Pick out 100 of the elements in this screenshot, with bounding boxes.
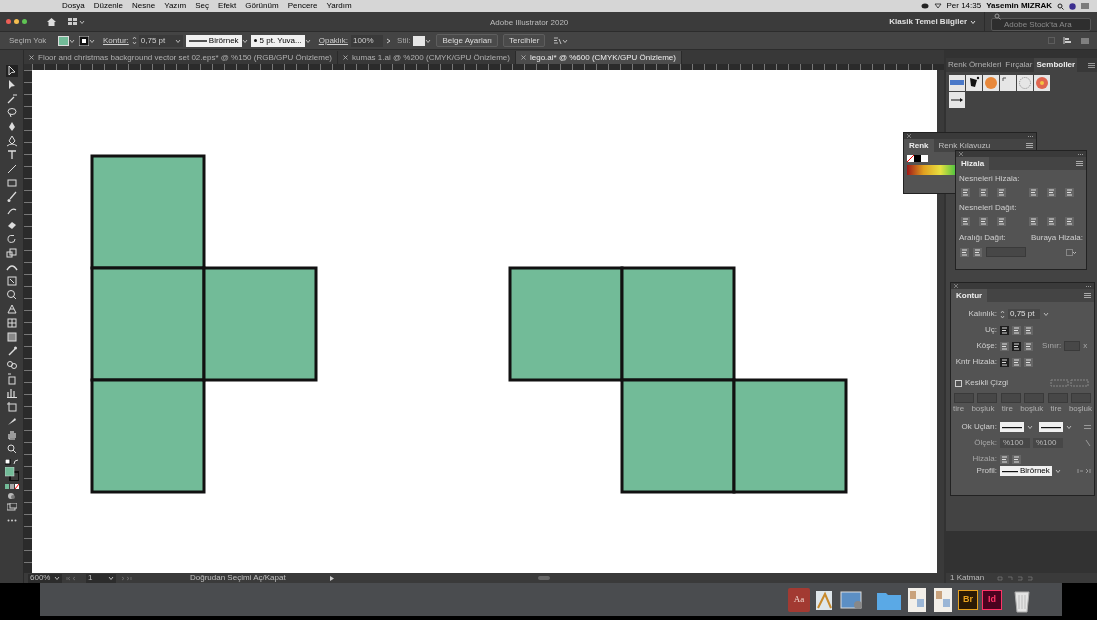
caret-icon[interactable] [174, 37, 181, 44]
menu-item[interactable]: Görünüm [245, 0, 279, 12]
screen-mode-icon[interactable] [6, 503, 17, 511]
dash-field[interactable] [977, 393, 998, 403]
caret-icon[interactable] [89, 37, 95, 44]
brush-dropdown[interactable]: 5 pt. Yuva... [250, 34, 305, 47]
close-icon[interactable] [959, 152, 963, 156]
lasso-icon[interactable] [5, 107, 18, 119]
caret-icon[interactable] [970, 18, 976, 25]
swap-colors-icon[interactable] [4, 459, 19, 465]
page-field[interactable]: 1 [86, 573, 116, 583]
align-to-icon[interactable] [1066, 248, 1076, 256]
panel-tab[interactable]: Hizala [956, 157, 990, 170]
checkbox[interactable] [955, 379, 962, 387]
mesh-icon[interactable] [5, 317, 18, 329]
caret-icon[interactable] [108, 575, 114, 581]
close-icon[interactable] [521, 55, 526, 60]
color-mode-icon[interactable] [4, 484, 19, 489]
panel-tab[interactable]: Renk Örnekleri [946, 58, 1004, 72]
collapse-icon[interactable] [1028, 134, 1033, 138]
flip-icon[interactable] [1077, 468, 1091, 474]
fill-stroke-mini-swatches[interactable] [907, 155, 929, 162]
play-icon[interactable] [329, 575, 334, 581]
dash-field[interactable] [1000, 393, 1021, 403]
siri-icon[interactable] [1069, 2, 1076, 10]
blend-icon[interactable] [5, 359, 18, 371]
limit-field[interactable] [1064, 341, 1081, 351]
magic-wand-icon[interactable] [5, 93, 18, 105]
dash-field[interactable] [1070, 393, 1091, 403]
collapse-icon[interactable] [1078, 152, 1083, 156]
menu-item[interactable]: Seç [195, 0, 210, 12]
color-spectrum[interactable] [907, 165, 957, 175]
menu-icon[interactable] [1026, 143, 1033, 148]
draw-mode-icon[interactable] [6, 492, 17, 500]
caret-icon[interactable] [1054, 468, 1061, 474]
symbol-sprayer-icon[interactable] [5, 373, 18, 385]
stroke-swatch[interactable] [79, 35, 89, 46]
menu-item[interactable]: Efekt [218, 0, 237, 12]
indesign-app-icon[interactable]: Id [982, 589, 1002, 610]
panel-tab[interactable]: Renk Kılavuzu [933, 139, 996, 152]
caret-icon[interactable] [79, 18, 85, 25]
hand-icon[interactable] [5, 429, 18, 441]
close-icon[interactable] [907, 134, 911, 138]
spacing-field[interactable] [986, 247, 1026, 257]
menu-item[interactable]: Dosya [62, 0, 85, 12]
fill-stroke-swatch[interactable] [4, 467, 19, 481]
artboard-icon[interactable] [5, 401, 18, 413]
panel-tab[interactable]: Renk [904, 139, 934, 152]
search-icon[interactable] [1057, 2, 1064, 10]
menu-item[interactable]: Pencere [287, 0, 318, 12]
menu-icon[interactable] [1076, 161, 1083, 166]
type-icon[interactable] [5, 149, 18, 161]
menu-item[interactable]: Yardım [326, 0, 352, 12]
selection-arrow-icon[interactable] [5, 65, 18, 77]
dotted-circle-symbol[interactable] [1017, 75, 1033, 91]
bridge-app-icon[interactable]: Br [958, 589, 978, 610]
caret-icon[interactable] [1043, 311, 1049, 317]
zoom-icon[interactable] [5, 443, 18, 455]
menu-item[interactable]: Düzenle [93, 0, 124, 12]
user-name[interactable]: Yasemin MIZRAK [986, 0, 1052, 12]
stroke-label[interactable]: Kontur: [103, 34, 129, 47]
panel-tab[interactable]: Fırçalar [1003, 58, 1035, 72]
free-transform-icon[interactable] [5, 275, 18, 287]
stepper-icon[interactable] [131, 36, 137, 45]
menu-item[interactable]: Yazım [164, 0, 187, 12]
caret-icon[interactable] [304, 37, 311, 44]
scale-icon[interactable] [5, 247, 18, 259]
panel-tab[interactable]: Semboller [1034, 58, 1078, 72]
menu-icon[interactable] [1084, 293, 1091, 298]
stroke-weight-field[interactable]: 0,75 pt [138, 34, 183, 47]
opacity-field[interactable]: 100% [351, 34, 384, 47]
profile-dropdown[interactable]: Birörnek [1000, 466, 1052, 476]
close-icon[interactable] [6, 19, 11, 24]
curvature-pen-icon[interactable] [5, 135, 18, 147]
dictionary-app-icon[interactable]: Aa [788, 587, 810, 612]
toolbar-button[interactable]: Tercihler [503, 34, 546, 47]
flower-symbol[interactable] [1034, 75, 1050, 91]
caret-icon[interactable] [1027, 424, 1033, 430]
caret-icon[interactable] [54, 575, 60, 581]
caret-icon[interactable] [241, 37, 248, 44]
more-icon[interactable] [6, 519, 17, 522]
workspace-label[interactable]: Klasik Temel Bilgiler [889, 15, 967, 28]
caret-icon[interactable] [69, 37, 75, 44]
caret-icon[interactable] [425, 37, 432, 44]
rectangle-icon[interactable] [5, 177, 18, 189]
chevron-right-icon[interactable] [386, 37, 392, 44]
menu-icon[interactable] [1081, 37, 1089, 44]
toolbar-button[interactable]: Belge Ayarları [436, 34, 499, 47]
stepper-icon[interactable] [1000, 309, 1005, 319]
perspective-grid-icon[interactable] [5, 303, 18, 315]
document-tab[interactable]: lego.ai* @ %600 (CMYK/GPU Önizleme) [516, 51, 682, 64]
caret-icon[interactable] [562, 37, 569, 44]
stroke-weight-field[interactable]: 0,75 pt [1008, 309, 1040, 319]
dash-field[interactable] [1024, 393, 1045, 403]
shaper-icon[interactable] [5, 205, 18, 217]
close-icon[interactable] [343, 55, 349, 60]
start-arrowhead-dropdown[interactable] [1000, 422, 1024, 432]
fill-swatch[interactable] [58, 35, 69, 46]
close-icon[interactable] [954, 284, 958, 288]
scale-field[interactable]: %100 [1033, 438, 1063, 448]
